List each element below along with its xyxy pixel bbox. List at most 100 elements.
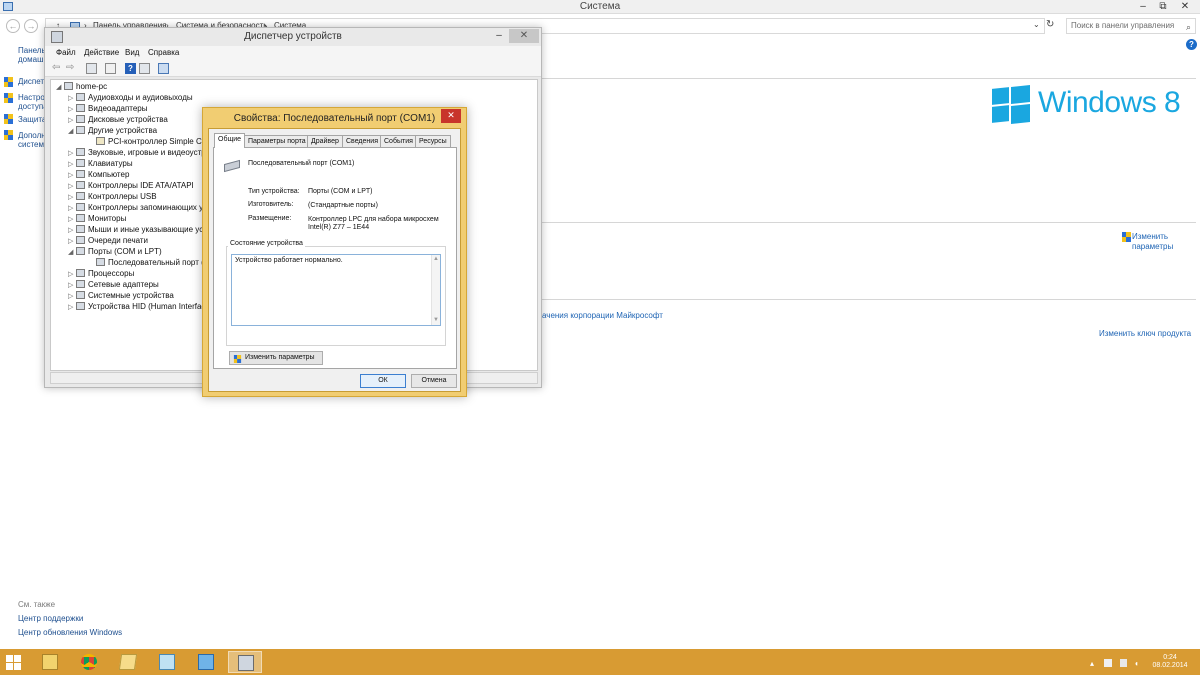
taskbar-device-manager-icon[interactable]	[228, 651, 262, 673]
update-driver-icon[interactable]	[139, 63, 150, 74]
tree-item-selected[interactable]: Последовательный порт (COI	[88, 257, 218, 268]
tree-item[interactable]: PCI-контроллер Simple Comr	[88, 136, 216, 147]
tab-general[interactable]: Общие	[214, 133, 246, 148]
tree-label: Очереди печати	[88, 236, 149, 245]
tree-item[interactable]: ▷ Компьютер	[68, 169, 129, 180]
expander-icon[interactable]: ◢	[56, 82, 64, 93]
view-icon[interactable]	[105, 63, 116, 74]
start-button-icon[interactable]	[6, 655, 22, 670]
tree-item[interactable]: ▷ Очереди печати	[68, 235, 148, 246]
taskbar-folder-icon[interactable]	[111, 651, 145, 673]
device-status-textbox[interactable]: Устройство работает нормально. ▲ ▼	[231, 254, 441, 326]
nav-item-advanced[interactable]: Дополн систем	[18, 131, 46, 149]
nav-item-protection[interactable]: Защита	[18, 115, 46, 124]
tree-item[interactable]: ◢ Порты (COM и LPT)	[68, 246, 162, 257]
action-center-flag-icon[interactable]	[1104, 659, 1112, 667]
nav-home-line2: домаш	[18, 55, 44, 64]
tray-expand-icon[interactable]: ▴	[1090, 659, 1094, 668]
ok-button[interactable]: ОК	[360, 374, 406, 388]
tree-item[interactable]: ◢ Другие устройства	[68, 125, 157, 136]
tree-item[interactable]: ▷ Звуковые, игровые и видеоустр	[68, 147, 206, 158]
taskbar-control-panel-icon[interactable]	[189, 651, 223, 673]
processor-icon	[76, 269, 85, 277]
tree-item[interactable]: ▷ Контроллеры запоминающих ус	[68, 202, 207, 213]
expander-icon[interactable]: ◢	[68, 126, 76, 137]
close-button[interactable]: ✕	[1174, 0, 1196, 14]
search-input[interactable]: Поиск в панели управления ⌕	[1066, 18, 1196, 34]
menu-view[interactable]: Вид	[125, 48, 139, 57]
other-devices-icon	[76, 126, 85, 134]
tree-item[interactable]: ▷ Процессоры	[68, 268, 134, 279]
keyboard-icon	[76, 159, 85, 167]
tree-item[interactable]: ▷ Системные устройства	[68, 290, 174, 301]
expander-icon[interactable]: ▷	[68, 302, 76, 313]
tree-item[interactable]: ▷ Устройства HID (Human Interface	[68, 301, 210, 312]
windows-edition-text: Windows 8	[1038, 86, 1181, 119]
scrollbar[interactable]: ▲ ▼	[431, 255, 440, 325]
tree-root[interactable]: ◢ home-pc	[56, 81, 107, 92]
tree-item[interactable]: ▷ Контроллеры USB	[68, 191, 157, 202]
help-icon[interactable]: ?	[125, 63, 136, 74]
scan-hardware-icon[interactable]	[158, 63, 169, 74]
tree-item[interactable]: ▷ Дисковые устройства	[68, 114, 168, 125]
search-icon[interactable]: ⌕	[1186, 20, 1191, 34]
windows-update-link[interactable]: Центр обновления Windows	[18, 628, 122, 637]
tree-item[interactable]: ▷ Контроллеры IDE ATA/ATAPI	[68, 180, 194, 191]
usb-icon	[76, 192, 85, 200]
refresh-icon[interactable]: ↻	[1046, 19, 1054, 30]
close-button[interactable]: ✕	[509, 29, 539, 43]
forward-arrow-icon[interactable]: ⇨	[66, 63, 77, 74]
system-window-title: Система	[579, 1, 621, 12]
audio-icon	[76, 93, 85, 101]
tab-events[interactable]: События	[380, 135, 417, 147]
manufacturer-label: Изготовитель:	[248, 201, 294, 208]
back-arrow-icon[interactable]: ←	[6, 19, 20, 33]
support-center-link[interactable]: Центр поддержки	[18, 614, 83, 623]
tab-driver[interactable]: Драйвер	[307, 135, 343, 147]
taskbar-file-explorer-icon[interactable]	[33, 651, 67, 673]
storage-controller-icon	[76, 203, 85, 211]
maximize-button[interactable]	[491, 29, 511, 43]
tree-item[interactable]: ▷ Мыши и иные указывающие уст	[68, 224, 207, 235]
back-arrow-icon[interactable]: ⇦	[52, 63, 63, 74]
expander-icon[interactable]: ◢	[68, 247, 76, 258]
device-status-group: Устройство работает нормально. ▲ ▼	[226, 246, 446, 346]
properties-icon[interactable]	[86, 63, 97, 74]
change-product-key-link[interactable]: Изменить ключ продукта	[1099, 329, 1191, 338]
menu-file[interactable]: Файл	[56, 48, 76, 57]
tab-resources[interactable]: Ресурсы	[415, 135, 451, 147]
cancel-button[interactable]: Отмена	[411, 374, 457, 388]
tab-port-settings[interactable]: Параметры порта	[244, 135, 310, 147]
tree-label: PCI-контроллер Simple Comr	[108, 137, 216, 146]
address-dropdown-icon[interactable]: ⌄	[1033, 20, 1040, 29]
tree-item[interactable]: ▷ Мониторы	[68, 213, 126, 224]
scroll-down-icon[interactable]: ▼	[433, 317, 439, 323]
dialog-titlebar[interactable]: Свойства: Последовательный порт (COM1) ✕	[203, 108, 466, 128]
nav-control-panel-home[interactable]: Панель домаш	[18, 46, 46, 64]
menu-action[interactable]: Действие	[84, 48, 119, 57]
tree-item[interactable]: ▷ Аудиовходы и аудиовыходы	[68, 92, 193, 103]
taskbar-notepad-icon[interactable]	[150, 651, 184, 673]
change-settings-button[interactable]: Изменить параметры	[229, 351, 323, 365]
restore-button[interactable]: ⧉	[1152, 0, 1174, 14]
divider	[542, 78, 1196, 79]
tab-details[interactable]: Сведения	[342, 135, 382, 147]
computer-icon	[76, 170, 85, 178]
license-terms-link[interactable]: ачения корпорации Майкрософт	[542, 311, 663, 320]
device-manager-titlebar[interactable]: Диспетчер устройств – ✕	[45, 28, 541, 46]
volume-icon[interactable]: ◖	[1134, 659, 1139, 668]
tree-item[interactable]: ▷ Сетевые адаптеры	[68, 279, 159, 290]
tree-item[interactable]: ▷ Видеоадаптеры	[68, 103, 148, 114]
taskbar-chrome-icon[interactable]	[72, 651, 106, 673]
close-button[interactable]: ✕	[441, 109, 461, 123]
tray-clock[interactable]: 0:24 08.02.2014	[1150, 654, 1190, 670]
tree-item[interactable]: ▷ Клавиатуры	[68, 158, 133, 169]
menu-help[interactable]: Справка	[148, 48, 179, 57]
forward-arrow-icon[interactable]: →	[24, 19, 38, 33]
scroll-up-icon[interactable]: ▲	[433, 256, 439, 262]
change-settings-line2: параметры	[1132, 242, 1174, 251]
change-settings-link[interactable]: Изменить параметры	[1132, 232, 1173, 252]
network-icon[interactable]	[1120, 659, 1127, 667]
minimize-button[interactable]: –	[1132, 0, 1154, 14]
help-icon[interactable]: ?	[1186, 39, 1197, 50]
